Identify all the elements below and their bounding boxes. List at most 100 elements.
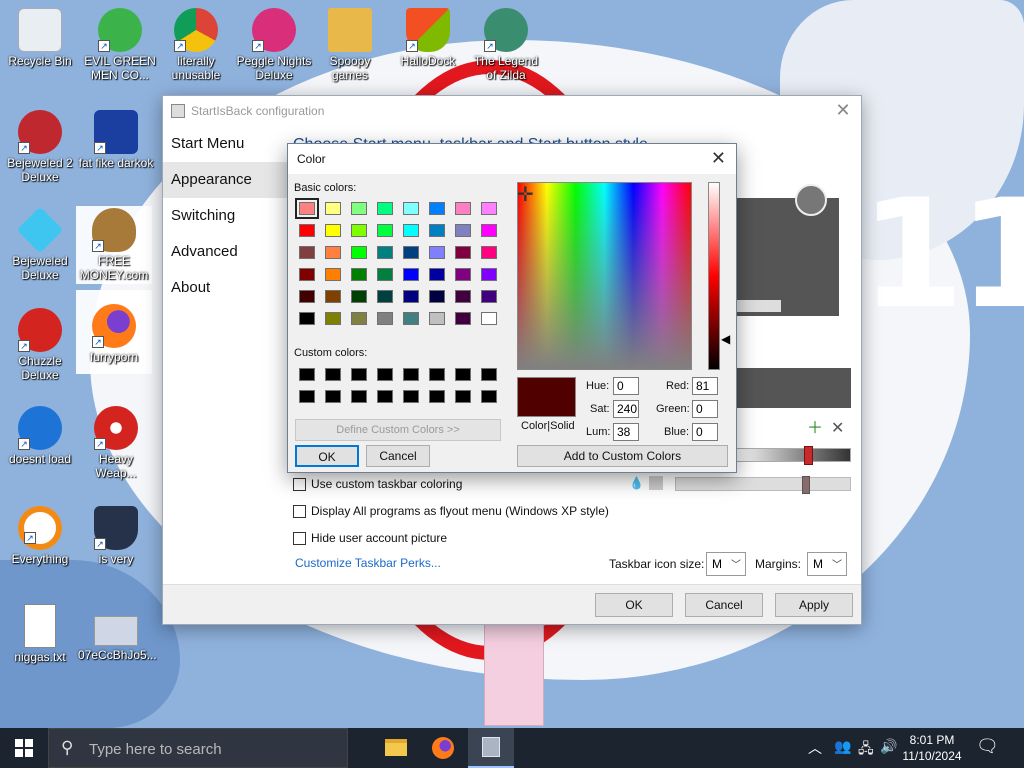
desktop-icon-heavy-weapon[interactable]: ↗ Heavy Weap... <box>78 406 154 480</box>
basic-color-swatch[interactable] <box>351 246 367 259</box>
basic-color-swatch[interactable] <box>481 268 497 281</box>
ok-button[interactable]: OK <box>295 445 359 467</box>
basic-color-swatch[interactable] <box>325 268 341 281</box>
desktop-icon-fat-fike[interactable]: ↗ fat fike darkok <box>78 110 154 170</box>
custom-color-swatch[interactable] <box>325 390 341 403</box>
people-tray-icon[interactable]: 👥 <box>834 738 851 755</box>
basic-color-swatch[interactable] <box>325 312 341 325</box>
basic-color-swatch[interactable] <box>481 312 497 325</box>
desktop-icon-evil-green-men[interactable]: ↗ EVIL GREEN MEN CO... <box>82 8 158 82</box>
custom-color-swatch[interactable] <box>481 368 497 381</box>
nav-item-start-menu[interactable]: Start Menu <box>163 126 287 162</box>
custom-color-swatch[interactable] <box>429 390 445 403</box>
lum-input[interactable]: 38 <box>613 423 639 441</box>
close-icon[interactable]: ✕ <box>711 148 726 169</box>
blue-input[interactable]: 0 <box>692 423 718 441</box>
custom-color-swatch[interactable] <box>325 368 341 381</box>
desktop-icon-everything[interactable]: ↗ Everything <box>2 506 78 566</box>
basic-color-swatch[interactable] <box>455 268 471 281</box>
desktop-icon-image-file[interactable]: 07eCcBhJo5... <box>78 616 157 662</box>
show-hidden-icons-chevron-up-icon[interactable]: ︿ <box>808 738 822 758</box>
custom-color-swatch[interactable] <box>455 390 471 403</box>
hue-input[interactable]: 0 <box>613 377 639 395</box>
nav-item-appearance[interactable]: Appearance <box>163 162 287 198</box>
taskbar-file-explorer[interactable] <box>372 728 418 768</box>
color-slider[interactable] <box>733 446 851 465</box>
taskbar-search[interactable]: ⚲ Type here to search <box>48 728 348 768</box>
basic-color-swatch[interactable] <box>377 290 393 303</box>
network-icon[interactable]: 🖧 <box>858 738 874 762</box>
basic-color-swatch[interactable] <box>481 202 497 215</box>
desktop-icon-recycle-bin[interactable]: Recycle Bin <box>2 8 78 68</box>
basic-color-swatch[interactable] <box>377 268 393 281</box>
desktop-icon-chuzzle[interactable]: ↗ Chuzzle Deluxe <box>2 308 78 382</box>
transparency-slider[interactable] <box>675 476 851 494</box>
basic-color-swatch[interactable] <box>325 290 341 303</box>
basic-color-swatch[interactable] <box>351 202 367 215</box>
basic-color-swatch[interactable] <box>403 290 419 303</box>
basic-color-swatch[interactable] <box>299 312 315 325</box>
nav-item-advanced[interactable]: Advanced <box>163 234 287 270</box>
desktop-icon-furryporn[interactable]: ↗ furryporn <box>76 290 152 374</box>
basic-color-swatch[interactable] <box>429 312 445 325</box>
basic-color-swatch[interactable] <box>403 312 419 325</box>
basic-color-swatch[interactable] <box>351 312 367 325</box>
basic-color-swatch[interactable] <box>299 268 315 281</box>
basic-color-swatch[interactable] <box>403 224 419 237</box>
custom-color-swatch[interactable] <box>455 368 471 381</box>
basic-color-swatch[interactable] <box>455 312 471 325</box>
color-swatch[interactable] <box>649 476 663 490</box>
cancel-button[interactable]: Cancel <box>685 593 763 617</box>
start-button[interactable] <box>0 728 48 768</box>
hue-saturation-spectrum[interactable] <box>517 182 692 370</box>
close-icon[interactable]: ✕ <box>833 100 853 120</box>
basic-color-swatch[interactable] <box>299 224 315 237</box>
basic-color-swatch[interactable] <box>455 202 471 215</box>
red-input[interactable]: 81 <box>692 377 718 395</box>
custom-color-swatch[interactable] <box>481 390 497 403</box>
apply-button[interactable]: Apply <box>775 593 853 617</box>
slider-thumb[interactable] <box>804 446 813 465</box>
custom-color-swatch[interactable] <box>299 390 315 403</box>
option-flyout-menu[interactable]: Display All programs as flyout menu (Win… <box>293 502 609 520</box>
option-custom-taskbar-coloring[interactable]: Use custom taskbar coloring <box>293 475 462 493</box>
luminosity-arrow-icon[interactable]: ◀ <box>721 332 730 346</box>
nav-item-switching[interactable]: Switching <box>163 198 287 234</box>
basic-color-swatch[interactable] <box>377 246 393 259</box>
desktop-icon-bejeweled-2[interactable]: ↗ Bejeweled 2 Deluxe <box>2 110 78 184</box>
checkbox[interactable] <box>293 531 306 545</box>
basic-color-swatch[interactable] <box>299 290 315 303</box>
custom-color-swatch[interactable] <box>403 368 419 381</box>
slider-thumb[interactable] <box>802 476 810 494</box>
desktop-icon-literally-unusable[interactable]: ↗ literally unusable <box>158 8 234 82</box>
custom-color-swatch[interactable] <box>429 368 445 381</box>
nav-item-about[interactable]: About <box>163 270 287 306</box>
basic-color-swatch[interactable] <box>429 224 445 237</box>
dialog-titlebar[interactable]: Color ✕ <box>288 144 736 174</box>
ok-button[interactable]: OK <box>595 593 673 617</box>
basic-color-swatch[interactable] <box>455 246 471 259</box>
basic-color-swatch[interactable] <box>351 224 367 237</box>
desktop-icon-is-very[interactable]: ↗ is very <box>78 506 154 566</box>
basic-color-swatch[interactable] <box>325 202 341 215</box>
basic-color-swatch[interactable] <box>403 246 419 259</box>
taskbar-firefox[interactable] <box>420 728 466 768</box>
notifications-icon[interactable]: 🗨 <box>976 736 999 757</box>
remove-icon[interactable]: ✕ <box>831 420 844 437</box>
basic-color-swatch[interactable] <box>429 290 445 303</box>
basic-color-swatch[interactable] <box>481 224 497 237</box>
custom-color-swatch[interactable] <box>351 368 367 381</box>
basic-color-swatch[interactable] <box>455 290 471 303</box>
basic-color-swatch[interactable] <box>481 246 497 259</box>
window-titlebar[interactable]: StartIsBack configuration <box>163 96 861 126</box>
basic-color-swatch[interactable] <box>429 268 445 281</box>
checkbox[interactable] <box>293 477 306 491</box>
desktop-icon-spoopy-games[interactable]: Spoopy games <box>312 8 388 82</box>
basic-color-swatch[interactable] <box>403 202 419 215</box>
basic-color-swatch[interactable] <box>429 202 445 215</box>
basic-color-swatch[interactable] <box>481 290 497 303</box>
desktop-icon-free-money[interactable]: ↗ FREE MONEY.com <box>76 206 152 284</box>
crosshair-icon[interactable]: ✛ <box>517 182 539 208</box>
basic-color-swatch[interactable] <box>325 224 341 237</box>
checkbox[interactable] <box>293 504 306 518</box>
